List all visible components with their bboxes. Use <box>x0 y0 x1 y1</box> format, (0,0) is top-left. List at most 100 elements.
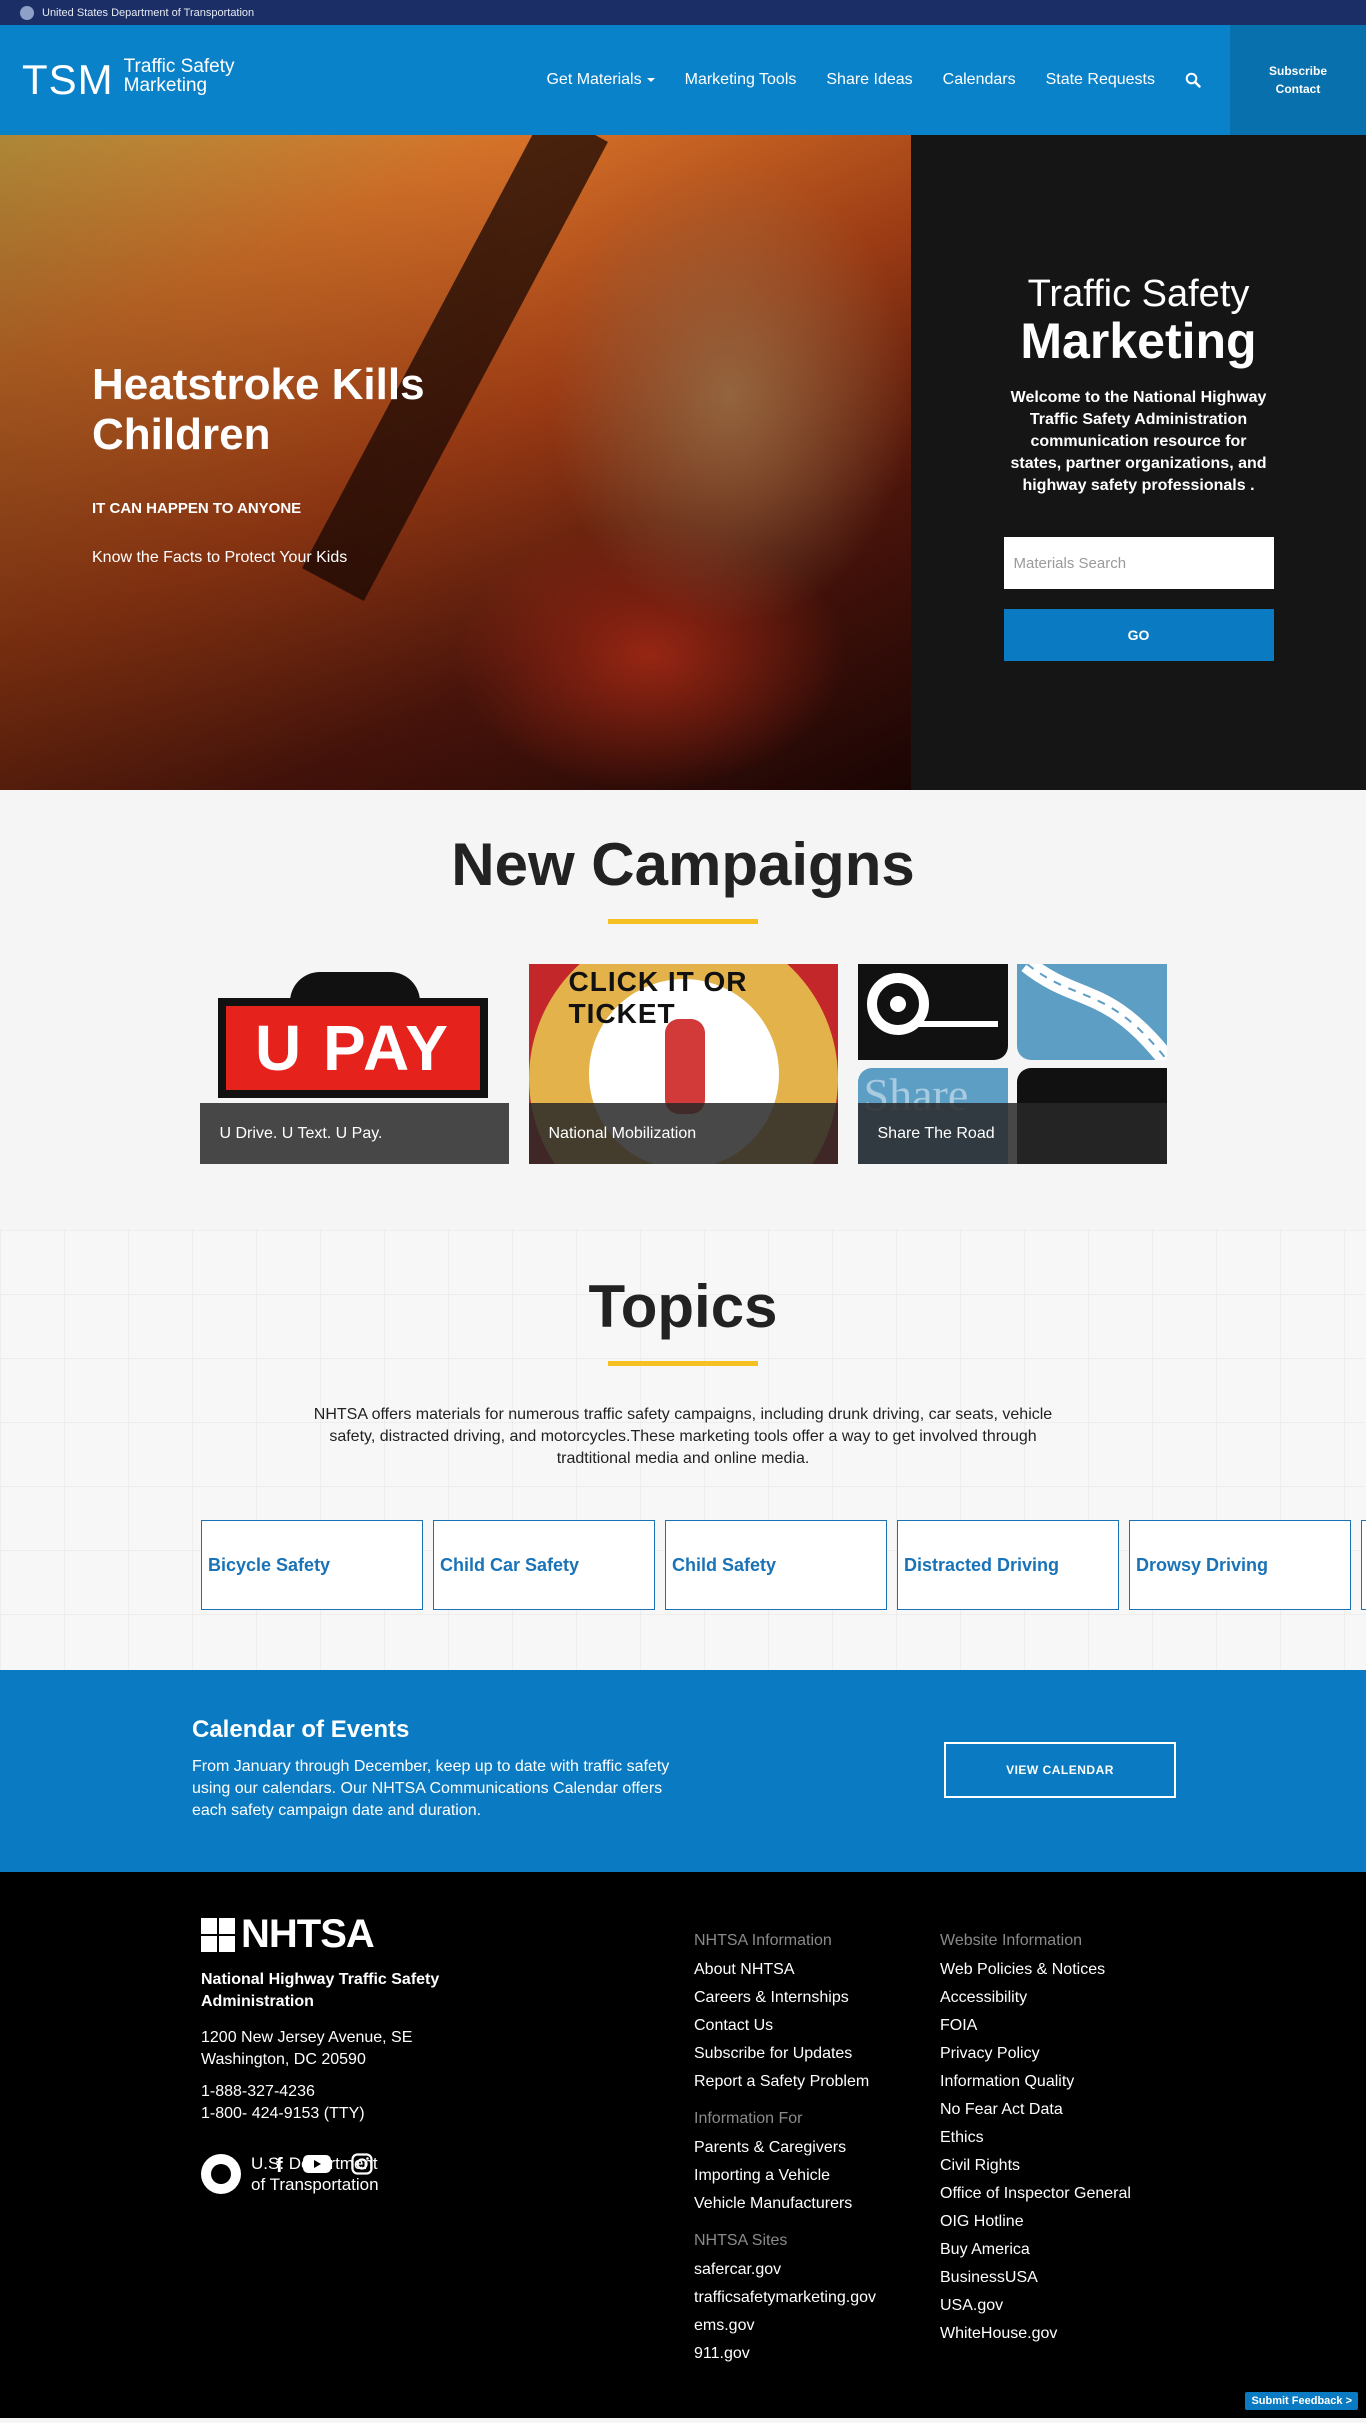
road-tile <box>1016 964 1167 1066</box>
new-campaigns-section: New Campaigns U PAY U Drive. U Text. U P… <box>0 790 1366 1230</box>
footer-link[interactable]: Ethics <box>940 2124 1131 2152</box>
hero-text: Heatstroke Kills Children IT CAN HAPPEN … <box>92 360 472 567</box>
nhtsa-logo-icon <box>201 1917 235 1952</box>
view-calendar-button[interactable]: VIEW CALENDAR <box>944 1742 1176 1798</box>
hero-image: Heatstroke Kills Children IT CAN HAPPEN … <box>0 135 911 790</box>
title-underline <box>608 919 758 924</box>
footer-link[interactable]: Accessibility <box>940 1984 1131 2012</box>
footer-heading-website-info: Website Information <box>940 1932 1082 1949</box>
topics-section: Topics NHTSA offers materials for numero… <box>0 1230 1366 1670</box>
side-description: Welcome to the National Highway Traffic … <box>1010 389 1267 494</box>
footer-link[interactable]: BusinessUSA <box>940 2264 1131 2292</box>
footer-link[interactable]: About NHTSA <box>694 1956 876 1984</box>
click-art-text: CLICK IT OR TICKET <box>568 966 748 1029</box>
nav-state-requests[interactable]: State Requests <box>1046 71 1155 89</box>
upay-art-text: U PAY <box>225 1006 480 1090</box>
topics-description: NHTSA offers materials for numerous traf… <box>313 1406 1053 1467</box>
footer-link[interactable]: FOIA <box>940 2012 1131 2040</box>
footer-link[interactable]: Buy America <box>940 2236 1131 2264</box>
footer-link[interactable]: No Fear Act Data <box>940 2096 1131 2124</box>
topic-drowsy-driving[interactable]: Drowsy Driving <box>1129 1520 1351 1610</box>
chevron-down-icon <box>646 77 655 82</box>
campaign-card-caption: U Drive. U Text. U Pay. <box>199 1103 509 1164</box>
materials-search-input[interactable] <box>1003 537 1274 589</box>
footer-heading-info-for: Information For <box>694 2110 803 2127</box>
footer-link[interactable]: ems.gov <box>694 2312 876 2340</box>
footer-link[interactable]: Importing a Vehicle <box>694 2162 876 2190</box>
address-line-2: Washington, DC 20590 <box>201 2051 366 2068</box>
footer-link[interactable]: Subscribe for Updates <box>694 2040 876 2068</box>
gov-bar-text: United States Department of Transportati… <box>42 6 255 19</box>
facebook-icon[interactable]: f <box>276 2155 283 2178</box>
new-campaigns-title: New Campaigns <box>451 831 915 898</box>
search-icon[interactable] <box>1176 72 1210 88</box>
footer-link[interactable]: OIG Hotline <box>940 2208 1131 2236</box>
footer-link[interactable]: Vehicle Manufacturers <box>694 2190 876 2218</box>
footer-link[interactable]: Civil Rights <box>940 2152 1131 2180</box>
footer-link[interactable]: USA.gov <box>940 2292 1131 2320</box>
dot-logo[interactable]: U.S. Department of Transportation f <box>201 2153 461 2195</box>
nav-get-materials[interactable]: Get Materials <box>546 71 655 89</box>
phone-1: 1-888-327-4236 <box>201 2083 315 2100</box>
go-button[interactable]: GO <box>1003 609 1274 661</box>
calendar-description: From January through December, keep up t… <box>192 1758 670 1819</box>
address-line-1: 1200 New Jersey Avenue, SE <box>201 2029 413 2046</box>
nhtsa-logo[interactable]: NHTSA <box>201 1912 461 1957</box>
footer-contact-block: NHTSA National Highway Traffic Safety Ad… <box>201 1912 461 2195</box>
footer-link[interactable]: Careers & Internships <box>694 1984 876 2012</box>
submit-feedback-button[interactable]: Submit Feedback > <box>1245 2392 1358 2410</box>
footer-link[interactable]: Office of Inspector General <box>940 2180 1131 2208</box>
footer-link[interactable]: Information Quality <box>940 2068 1131 2096</box>
instagram-icon[interactable] <box>351 2153 373 2180</box>
nav-share-ideas[interactable]: Share Ideas <box>826 71 912 89</box>
calendar-section: Calendar of Events From January through … <box>0 1670 1366 1872</box>
subscribe-contact-box: Subscribe Contact <box>1230 25 1366 135</box>
site-footer: NHTSA National Highway Traffic Safety Ad… <box>0 1872 1366 2418</box>
footer-link[interactable]: Web Policies & Notices <box>940 1956 1131 1984</box>
contact-link[interactable]: Contact <box>1276 80 1321 98</box>
footer-link[interactable]: Parents & Caregivers <box>694 2134 876 2162</box>
footer-link[interactable]: safercar.gov <box>694 2256 876 2284</box>
nav-marketing-tools[interactable]: Marketing Tools <box>685 71 797 89</box>
gov-bar: United States Department of Transportati… <box>0 0 1366 25</box>
campaign-card-caption: Share The Road <box>857 1103 1167 1164</box>
footer-link[interactable]: Contact Us <box>694 2012 876 2040</box>
campaign-card-click-it[interactable]: CLICK IT OR TICKET National Mobilization <box>528 964 838 1164</box>
nav-get-materials-label: Get Materials <box>546 71 642 88</box>
campaign-card-upay[interactable]: U PAY U Drive. U Text. U Pay. <box>199 964 509 1164</box>
logo-line-1: Traffic Safety <box>123 56 235 77</box>
footer-heading-nhtsa-info: NHTSA Information <box>694 1932 832 1949</box>
hero-link[interactable]: Know the Facts to Protect Your Kids <box>92 549 472 567</box>
motorcycle-tile <box>857 964 1008 1060</box>
topic-distracted-driving[interactable]: Distracted Driving <box>897 1520 1119 1610</box>
topic-child-safety[interactable]: Child Safety <box>665 1520 887 1610</box>
title-underline <box>608 1361 758 1366</box>
footer-link[interactable]: Report a Safety Problem <box>694 2068 876 2096</box>
footer-link[interactable]: Privacy Policy <box>940 2040 1131 2068</box>
nav-calendars[interactable]: Calendars <box>943 71 1016 89</box>
site-header: TSM Traffic Safety Marketing Get Materia… <box>0 25 1366 135</box>
main-nav: Get Materials Marketing Tools Share Idea… <box>531 25 1366 135</box>
footer-link[interactable]: WhiteHouse.gov <box>940 2320 1131 2348</box>
campaign-card-caption: National Mobilization <box>528 1103 838 1164</box>
topic-child-car-safety[interactable]: Child Car Safety <box>433 1520 655 1610</box>
footer-phones: 1-888-327-4236 1-800- 424-9153 (TTY) <box>201 2081 461 2125</box>
hero-kicker: IT CAN HAPPEN TO ANYONE <box>92 500 302 517</box>
site-logo[interactable]: TSM Traffic Safety Marketing <box>22 56 235 104</box>
hero-side-panel: Traffic Safety Marketing Welcome to the … <box>911 135 1366 790</box>
subscribe-link[interactable]: Subscribe <box>1269 62 1327 80</box>
footer-link[interactable]: trafficsafetymarketing.gov <box>694 2284 876 2312</box>
campaign-card-share-road[interactable]: Share Share The Road <box>857 964 1167 1164</box>
seatbelt-person-icon <box>664 1019 705 1114</box>
social-links: f <box>276 2153 373 2180</box>
campaign-cards: U PAY U Drive. U Text. U Pay. CLICK IT O… <box>0 964 1366 1164</box>
topic-cards: Bicycle Safety Child Car Safety Child Sa… <box>201 1520 1366 1610</box>
logo-wordmark: Traffic Safety Marketing <box>124 57 235 95</box>
footer-link[interactable]: 911.gov <box>694 2340 876 2368</box>
topic-card-next[interactable] <box>1361 1520 1366 1610</box>
topic-bicycle-safety[interactable]: Bicycle Safety <box>201 1520 423 1610</box>
youtube-icon[interactable] <box>302 2154 331 2179</box>
footer-col-nhtsa: NHTSA Information About NHTSA Careers & … <box>694 1932 876 2368</box>
footer-address: 1200 New Jersey Avenue, SE Washington, D… <box>201 2027 461 2071</box>
logo-abbr: TSM <box>22 56 114 103</box>
